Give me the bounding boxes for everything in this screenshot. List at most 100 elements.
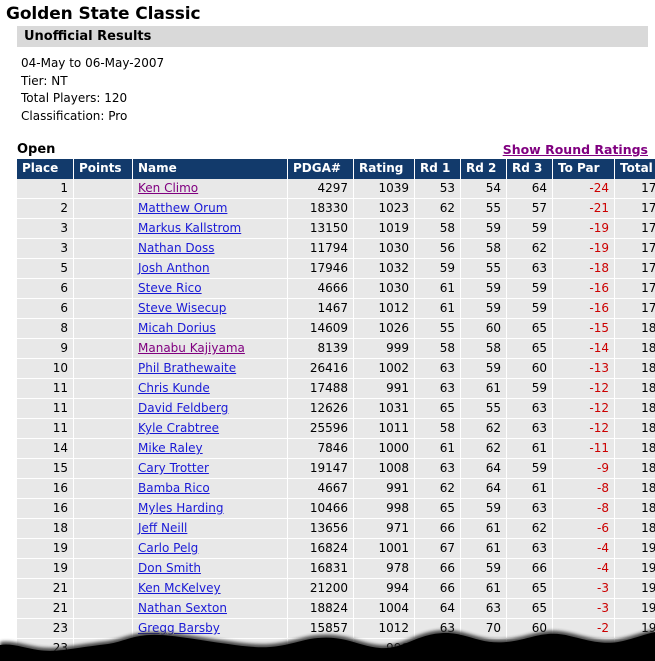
player-link[interactable]: Bamba Rico xyxy=(138,481,210,495)
cell-rd1: 58 xyxy=(414,218,461,239)
player-link[interactable]: Manabu Kajiyama xyxy=(138,341,245,355)
cell-total: 171 xyxy=(614,179,655,199)
column-header-name[interactable]: Name xyxy=(132,159,288,179)
cell-rd3: 63 xyxy=(506,398,553,419)
player-link[interactable]: Chris Kunde xyxy=(138,381,210,395)
player-link[interactable]: Myles Harding xyxy=(138,501,224,515)
cell-pdga: 10466 xyxy=(287,498,354,519)
player-link[interactable]: Robert McIntee xyxy=(138,641,229,655)
cell-points xyxy=(73,598,133,619)
cell-rd3: 63 xyxy=(506,498,553,519)
cell-name: Gregg Barsby xyxy=(132,618,288,639)
cell-rd3: 63 xyxy=(506,418,553,439)
cell-rd3: 61 xyxy=(506,478,553,499)
player-link[interactable]: Steve Wisecup xyxy=(138,301,226,315)
player-link[interactable]: Ken McKelvey xyxy=(138,581,221,595)
cell-rating: 1000 xyxy=(353,438,415,459)
player-link[interactable]: Steve Rico xyxy=(138,281,202,295)
cell-rd2: 70 xyxy=(460,618,507,639)
column-header-place[interactable]: Place xyxy=(17,159,74,179)
cell-name: Robert McIntee xyxy=(132,638,288,659)
player-link[interactable]: Don Smith xyxy=(138,561,201,575)
cell-points xyxy=(73,198,133,219)
cell-pdga: 16831 xyxy=(287,558,354,579)
column-header-rating[interactable]: Rating xyxy=(353,159,415,179)
table-row: 11David Feldberg126261031655563-12183$31… xyxy=(17,398,655,419)
cell-name: Ken Climo xyxy=(132,179,288,199)
column-header-rd3[interactable]: Rd 3 xyxy=(506,159,553,179)
column-header-pdga[interactable]: PDGA# xyxy=(287,159,354,179)
cell-to-par: -4 xyxy=(552,558,615,579)
show-round-ratings-link[interactable]: Show Round Ratings xyxy=(503,142,648,157)
cell-rd2: 55 xyxy=(460,198,507,219)
cell-name: Jeff Neill xyxy=(132,518,288,539)
player-link[interactable]: Cary Trotter xyxy=(138,461,209,475)
cell-rating: 1001 xyxy=(353,538,415,559)
player-link[interactable]: David Feldberg xyxy=(138,401,228,415)
player-link[interactable]: Matthew Orum xyxy=(138,201,227,215)
event-meta-block: 04-May to 06-May-2007 Tier: NT Total Pla… xyxy=(0,47,655,125)
cell-place: 1 xyxy=(17,179,74,199)
player-link[interactable]: Markus Kallstrom xyxy=(138,221,241,235)
player-link[interactable]: Nathan Doss xyxy=(138,241,215,255)
cell-name: Phil Brathewaite xyxy=(132,358,288,379)
cell-rd1: 62 xyxy=(414,198,461,219)
cell-to-par: -15 xyxy=(552,318,615,339)
cell-name: Josh Anthon xyxy=(132,258,288,279)
cell-rating: 998 xyxy=(353,638,415,659)
cell-rd2: 55 xyxy=(460,398,507,419)
cell-place: 8 xyxy=(17,318,74,339)
table-row: 6Steve Rico46661030615959-16179$475 xyxy=(17,278,655,299)
player-link[interactable]: Mike Raley xyxy=(138,441,203,455)
player-link[interactable]: Gregg Barsby xyxy=(138,621,220,635)
column-header-total[interactable]: Total xyxy=(614,159,655,179)
cell-place: 11 xyxy=(17,378,74,399)
player-link[interactable]: Josh Anthon xyxy=(138,261,210,275)
cell-name: Cary Trotter xyxy=(132,458,288,479)
division-header-row: Open Show Round Ratings xyxy=(17,142,648,157)
cell-place: 3 xyxy=(17,218,74,239)
results-status-bar: Unofficial Results xyxy=(17,26,648,47)
cell-points xyxy=(73,298,133,319)
cell-rd3: 59 xyxy=(506,458,553,479)
cell-pdga: 4667 xyxy=(287,478,354,499)
player-link[interactable]: Carlo Pelg xyxy=(138,541,198,555)
cell-total: 177 xyxy=(614,258,655,279)
column-header-rd1[interactable]: Rd 1 xyxy=(414,159,461,179)
cell-name: David Feldberg xyxy=(132,398,288,419)
cell-points xyxy=(73,338,133,359)
cell-points xyxy=(73,538,133,559)
table-row: 23Robert McIntee28234998636268-2193$90 xyxy=(17,638,655,659)
cell-total: 174 xyxy=(614,198,655,219)
cell-rd2: 62 xyxy=(460,438,507,459)
column-header-rd2[interactable]: Rd 2 xyxy=(460,159,507,179)
cell-place: 5 xyxy=(17,258,74,279)
cell-rd1: 65 xyxy=(414,398,461,419)
cell-rd3: 59 xyxy=(506,378,553,399)
cell-rd3: 63 xyxy=(506,258,553,279)
player-link[interactable]: Ken Climo xyxy=(138,181,198,195)
cell-rating: 1039 xyxy=(353,179,415,199)
player-link[interactable]: Jeff Neill xyxy=(138,521,187,535)
cell-to-par: -6 xyxy=(552,518,615,539)
cell-pdga: 26416 xyxy=(287,358,354,379)
cell-name: Ken McKelvey xyxy=(132,578,288,599)
cell-total: 176 xyxy=(614,218,655,239)
cell-to-par: -14 xyxy=(552,338,615,359)
column-header-to-par[interactable]: To Par xyxy=(552,159,615,179)
cell-pdga: 21200 xyxy=(287,578,354,599)
player-link[interactable]: Micah Dorius xyxy=(138,321,216,335)
column-header-points[interactable]: Points xyxy=(73,159,133,179)
player-link[interactable]: Phil Brathewaite xyxy=(138,361,236,375)
cell-rating: 1012 xyxy=(353,298,415,319)
player-link[interactable]: Nathan Sexton xyxy=(138,601,227,615)
player-link[interactable]: Kyle Crabtree xyxy=(138,421,219,435)
cell-place: 15 xyxy=(17,458,74,479)
cell-to-par: -8 xyxy=(552,498,615,519)
cell-rd3: 63 xyxy=(506,538,553,559)
cell-rd2: 61 xyxy=(460,518,507,539)
cell-to-par: -12 xyxy=(552,418,615,439)
cell-rd3: 57 xyxy=(506,198,553,219)
cell-points xyxy=(73,458,133,479)
cell-name: Chris Kunde xyxy=(132,378,288,399)
